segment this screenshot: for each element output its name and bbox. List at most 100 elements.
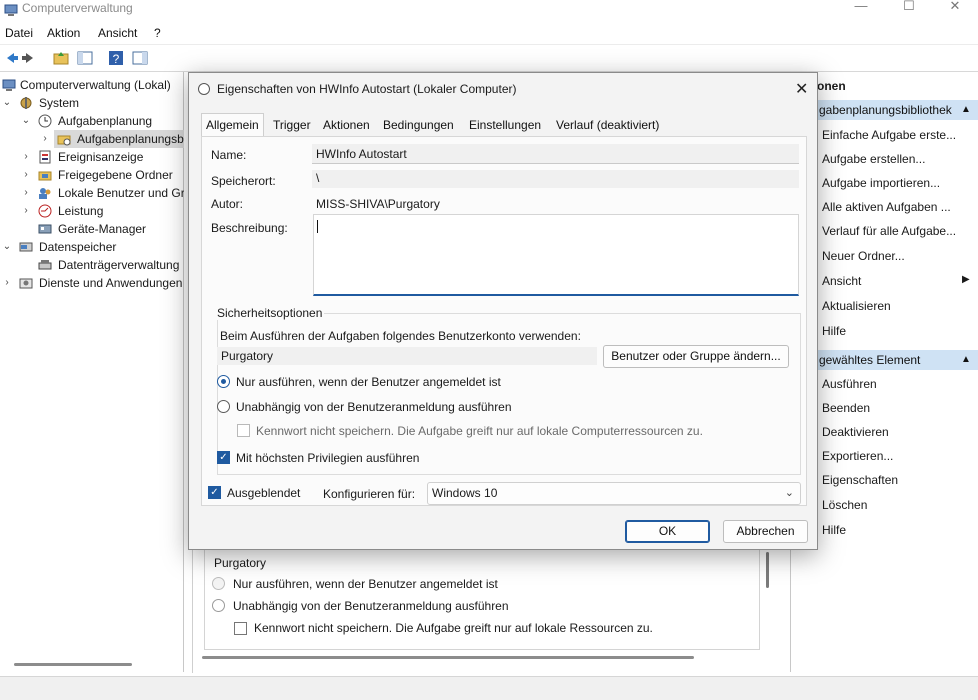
bg-radio-independent-label: Unabhängig von der Benutzeranmeldung aus… (233, 599, 509, 613)
action-loeschen[interactable]: Löschen (822, 496, 867, 514)
actions-section-library[interactable]: gabenplanungsbibliothek ▲ (791, 100, 978, 120)
action-neuer-ordner[interactable]: Neuer Ordner... (822, 247, 905, 265)
tree-item-aufgabenplanungsbibliothek[interactable]: › Aufgabenplanungsb (0, 130, 184, 148)
chevron-right-icon[interactable]: › (39, 130, 51, 148)
bg-checkbox-no-password (234, 622, 247, 635)
action-aufgabe-erstellen[interactable]: Aufgabe erstellen... (822, 150, 925, 168)
chevron-right-icon[interactable]: › (20, 202, 32, 220)
console-tree-icon[interactable] (75, 48, 95, 68)
tree-item-lokale-benutzer[interactable]: › Lokale Benutzer und Gr (0, 184, 184, 202)
chevron-right-icon[interactable]: › (20, 166, 32, 184)
description-textarea[interactable] (313, 214, 799, 296)
help-icon[interactable]: ? (106, 48, 126, 68)
status-bar (0, 676, 978, 700)
maximize-button[interactable]: ☐ (886, 0, 932, 14)
system-tools-icon (20, 97, 32, 109)
tree-item-leistung[interactable]: › Leistung (0, 202, 184, 220)
computer-management-icon (4, 4, 18, 16)
shared-folder-icon (38, 171, 52, 181)
action-hilfe[interactable]: Hilfe (822, 322, 846, 340)
chevron-right-icon[interactable]: › (20, 148, 32, 166)
tree-item-label: Ereignisanzeige (58, 150, 144, 164)
action-pane-icon[interactable] (130, 48, 150, 68)
vertical-scrollbar[interactable] (766, 552, 769, 588)
change-user-button[interactable]: Benutzer oder Gruppe ändern... (603, 345, 789, 368)
chevron-right-icon[interactable]: › (20, 184, 32, 202)
services-icon (19, 278, 33, 289)
name-field[interactable]: HWInfo Autostart (312, 144, 799, 164)
tree-item-datenspeicher[interactable]: ⌄ Datenspeicher (0, 238, 184, 256)
tab-bedingungen[interactable]: Bedingungen (379, 114, 458, 136)
radio-logged-on[interactable] (217, 375, 230, 388)
chevron-right-icon[interactable]: › (1, 274, 13, 292)
action-deaktivieren[interactable]: Deaktivieren (822, 423, 889, 441)
action-aufgabe-importieren[interactable]: Aufgabe importieren... (822, 174, 940, 192)
chevron-down-icon: ⌄ (784, 487, 794, 499)
menu-aktion[interactable]: Aktion (47, 26, 80, 40)
action-einfache-aufgabe[interactable]: Einfache Aufgabe erste... (822, 126, 956, 144)
chevron-down-icon[interactable]: ⌄ (1, 238, 13, 256)
actions-pane: onen gabenplanungsbibliothek ▲ Einfache … (790, 72, 978, 672)
tab-aktionen[interactable]: Aktionen (319, 114, 374, 136)
menu-help[interactable]: ? (154, 26, 161, 40)
checkbox-highest-privileges[interactable]: ✓ (217, 451, 230, 464)
tree-item-label: Freigegebene Ordner (58, 168, 173, 182)
action-beenden[interactable]: Beenden (822, 399, 870, 417)
location-label: Speicherort: (211, 174, 276, 188)
radio-independent[interactable] (217, 400, 230, 413)
security-options-title: Sicherheitsoptionen (215, 306, 325, 320)
tree-item-ereignisanzeige[interactable]: › Ereignisanzeige (0, 148, 184, 166)
event-viewer-icon (39, 150, 51, 164)
tab-allgemein[interactable]: Allgemein (201, 113, 264, 137)
tab-trigger[interactable]: Trigger (269, 114, 315, 136)
configure-select-value: Windows 10 (432, 486, 498, 500)
tree-item-dienste-und-anwendungen[interactable]: › Dienste und Anwendungen (0, 274, 184, 292)
chevron-down-icon[interactable]: ⌄ (20, 112, 32, 130)
name-label: Name: (211, 148, 247, 162)
action-alle-aktiven-aufgaben[interactable]: Alle aktiven Aufgaben ... (822, 198, 951, 216)
actions-section-selected[interactable]: gewähltes Element ▲ (791, 350, 978, 370)
maximize-icon: ☐ (903, 0, 915, 13)
chevron-down-icon[interactable]: ⌄ (1, 94, 13, 112)
folder-up-icon[interactable] (51, 48, 71, 68)
tree-item-freigegebene-ordner[interactable]: › Freigegebene Ordner (0, 166, 184, 184)
bg-account-name: Purgatory (214, 556, 267, 570)
collapse-up-icon[interactable]: ▲ (961, 350, 971, 370)
close-window-button[interactable]: ✕ (932, 0, 978, 14)
tab-verlauf[interactable]: Verlauf (deaktiviert) (552, 114, 663, 136)
tree-item-system[interactable]: ⌄ System (0, 94, 184, 112)
cancel-button[interactable]: Abbrechen (723, 520, 808, 543)
ok-button[interactable]: OK (625, 520, 710, 543)
action-eigenschaften[interactable]: Eigenschaften (822, 471, 898, 489)
checkbox-hidden[interactable]: ✓ (208, 486, 221, 499)
action-hilfe-2[interactable]: Hilfe (822, 521, 846, 539)
action-ausfuehren[interactable]: Ausführen (822, 375, 877, 393)
window-title: Computerverwaltung (22, 1, 133, 15)
horizontal-scrollbar[interactable] (14, 663, 132, 666)
horizontal-scrollbar[interactable] (202, 656, 694, 659)
minimize-button[interactable]: — (838, 0, 884, 14)
tree-item-aufgabenplanung[interactable]: ⌄ Aufgabenplanung (0, 112, 184, 130)
computer-icon (2, 79, 16, 91)
menu-ansicht[interactable]: Ansicht (98, 26, 137, 40)
action-aktualisieren[interactable]: Aktualisieren (822, 297, 891, 315)
back-arrow-icon[interactable] (0, 48, 20, 68)
dialog-close-button[interactable]: ✕ (795, 79, 808, 99)
tree-item-label: System (39, 96, 80, 110)
tree-item-datentraegerverwaltung[interactable]: Datenträgerverwaltung (0, 256, 184, 274)
action-verlauf-aktivieren[interactable]: Verlauf für alle Aufgabe... (822, 222, 956, 240)
checkbox-no-password (237, 424, 250, 437)
tree-item-computerverwaltung[interactable]: Computerverwaltung (Lokal) (0, 76, 184, 94)
action-exportieren[interactable]: Exportieren... (822, 447, 893, 465)
account-prompt: Beim Ausführen der Aufgaben folgendes Be… (220, 329, 581, 343)
action-ansicht[interactable]: Ansicht (822, 272, 861, 290)
configure-select[interactable]: Windows 10 ⌄ (427, 482, 801, 505)
console-tree: Computerverwaltung (Lokal) ⌄ System ⌄ Au… (0, 72, 184, 672)
tab-einstellungen[interactable]: Einstellungen (465, 114, 545, 136)
forward-arrow-icon[interactable] (20, 48, 40, 68)
tree-item-geraete-manager[interactable]: Geräte-Manager (0, 220, 184, 238)
collapse-up-icon[interactable]: ▲ (961, 100, 971, 120)
section-title: gabenplanungsbibliothek (819, 103, 952, 117)
menu-datei[interactable]: Datei (5, 26, 33, 40)
svg-text:?: ? (113, 52, 120, 66)
